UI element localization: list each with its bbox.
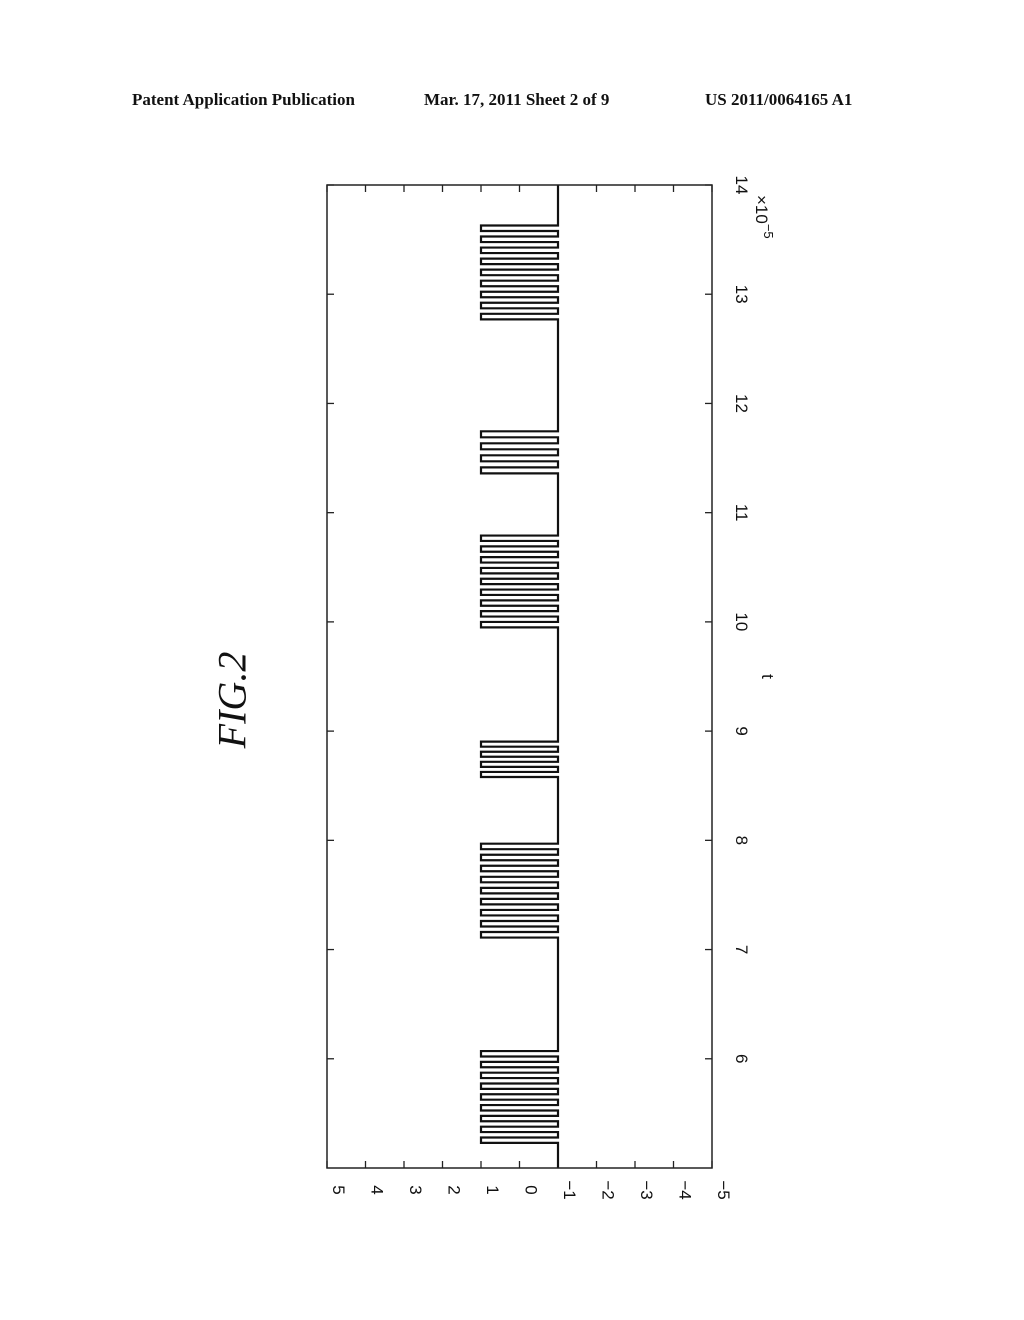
- t-tick-label: 10: [732, 612, 751, 631]
- value-tick-label: 1: [483, 1185, 502, 1194]
- value-tick-label: 3: [406, 1185, 425, 1194]
- t-axis-label: t: [758, 674, 777, 679]
- t-tick-label: 12: [732, 394, 751, 413]
- value-tick-label: −5: [714, 1180, 733, 1199]
- t-tick-label: 6: [732, 1054, 751, 1063]
- plot-frame: [326, 184, 713, 1169]
- t-tick-label: 9: [732, 726, 751, 735]
- t-tick-label: 11: [732, 504, 751, 522]
- chart: 678910111213145 4 3 2 1 0 −1 −2 −3 −4 −5t×10−5: [326, 176, 777, 1200]
- t-tick-label: 14: [732, 176, 751, 195]
- t-tick-label: 8: [732, 836, 751, 845]
- t-tick-label: 13: [732, 285, 751, 304]
- value-tick-label: 2: [445, 1185, 464, 1194]
- value-tick-label: 0: [522, 1185, 541, 1194]
- value-tick-label: 5: [329, 1185, 348, 1194]
- signal-line: [479, 185, 560, 1168]
- value-tick-label: −4: [676, 1180, 695, 1199]
- value-tick-label: 4: [368, 1185, 387, 1194]
- ticks-group: [326, 184, 713, 1168]
- value-tick-label: −2: [599, 1180, 618, 1199]
- value-tick-label: −3: [637, 1180, 656, 1199]
- tick-labels-group: 678910111213145 4 3 2 1 0 −1 −2 −3 −4 −5t×10−5: [329, 176, 777, 1200]
- axis-multiplier-exponent: −5: [761, 224, 776, 239]
- value-tick-label: −1: [560, 1180, 579, 1199]
- t-tick-label: 7: [732, 945, 751, 954]
- axis-multiplier-base: ×10: [752, 195, 771, 224]
- axis-multiplier: ×10−5: [752, 195, 776, 239]
